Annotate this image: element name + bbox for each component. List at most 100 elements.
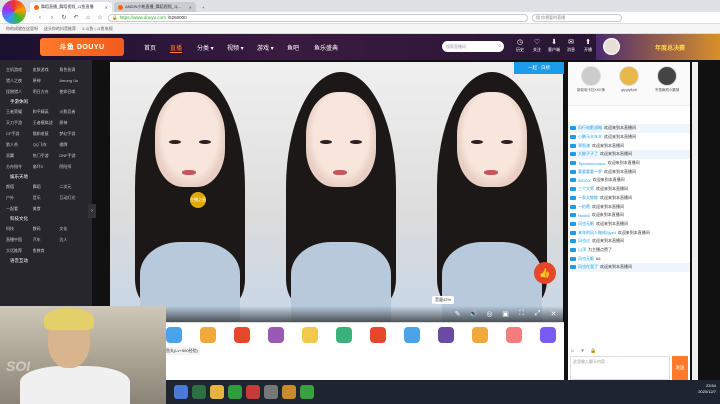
sidebar-category-item[interactable]: 互动灯光 (59, 195, 86, 201)
theater-icon[interactable]: ▣ (501, 310, 510, 318)
sidebar-category-item[interactable]: 猫和老鼠 (33, 131, 60, 137)
sidebar-category-item[interactable]: 汽车 (33, 237, 60, 243)
app-icon[interactable] (246, 385, 260, 399)
gift-icon[interactable] (166, 327, 182, 343)
sidebar-category-item[interactable]: DNF手游 (59, 153, 86, 159)
app-icon[interactable] (228, 385, 242, 399)
browser-logo[interactable] (2, 0, 26, 24)
expand-icon[interactable]: ⤢ (533, 310, 542, 318)
sidebar-category-item[interactable]: 梦幻手游 (59, 131, 86, 137)
chat-username[interactable]: 风也过 (578, 238, 590, 244)
gift-icon[interactable] (540, 327, 556, 343)
sidebar-section-title[interactable]: 娱乐天地 (0, 171, 92, 183)
rank-tab[interactable]: 一起 · 白榜 (514, 62, 564, 74)
forward-icon[interactable]: › (48, 15, 56, 21)
app-icon[interactable] (300, 385, 314, 399)
sidebar-category-item[interactable]: 和平精英 (33, 109, 60, 115)
gift-icon[interactable] (268, 327, 284, 343)
gift-icon[interactable] (404, 327, 420, 343)
back-icon[interactable]: ‹ (36, 15, 44, 21)
sidebar-category-item[interactable]: 主机游戏 (6, 67, 33, 73)
sidebar-section-title[interactable]: 科技文化 (0, 213, 92, 225)
fan-icon[interactable]: ♥ (581, 348, 584, 355)
bookmark-item[interactable]: 你的成就在这里呀 (6, 26, 38, 32)
app-icon[interactable] (264, 385, 278, 399)
nav-festival[interactable]: 鱼乐盛典 (314, 43, 338, 52)
close-icon[interactable]: ✕ (189, 5, 192, 10)
gift-icon[interactable] (472, 327, 488, 343)
gift-icon[interactable] (506, 327, 522, 343)
app-icon[interactable] (282, 385, 296, 399)
video-player[interactable]: 一起 · 白榜 主播之星 👍 音量42% ✎ 🔊 ◎ ▣ ⛶ ⤢ ✕ (110, 62, 564, 322)
tab-inactive[interactable]: ANDIN小乾直播_舞蹈视频_斗... ✕ (114, 2, 196, 12)
chat-username[interactable]: 风也无眠 (578, 256, 594, 262)
close-icon[interactable]: ✕ (105, 5, 108, 10)
sidebar-category-item[interactable]: 鱼教育 (33, 248, 60, 254)
undo-icon[interactable]: ↶ (72, 14, 80, 21)
star-icon[interactable]: ☆ (96, 14, 104, 21)
sidebar-category-item[interactable]: 角色扮演 (59, 67, 86, 73)
browser-search-input[interactable]: 搜 你想要的直播 (532, 13, 622, 22)
chat-username[interactable]: 来年的风人微成Sjyzd (578, 230, 616, 236)
user-avatar[interactable] (603, 38, 620, 55)
volume-icon[interactable]: 🔊 (469, 310, 478, 318)
sidebar-category-item[interactable]: 怪物猎人 (6, 89, 33, 95)
sidebar-category-item[interactable]: 美食 (33, 206, 60, 212)
chat-username[interactable]: 山顶 (578, 247, 586, 253)
sidebar-category-item[interactable]: 科技 (6, 226, 33, 232)
edit-icon[interactable]: ✎ (453, 310, 462, 318)
sidebar-category-item[interactable]: 王者荣耀 (6, 109, 33, 115)
sidebar-category-item[interactable]: 狼人杀 (6, 142, 33, 148)
search-icon[interactable]: ⌕ (498, 43, 501, 49)
gift-icon[interactable] (438, 327, 454, 343)
sidebar-category-item[interactable]: 崩坏3 (33, 164, 60, 170)
chat-username[interactable]: 风行电影战略 (578, 125, 602, 131)
sidebar-category-item[interactable]: CF手游 (6, 131, 33, 137)
chat-username[interactable]: 要要要要一罗 (578, 169, 602, 175)
chat-username[interactable]: 三个大师 (578, 186, 594, 192)
sidebar-category-item[interactable]: 猎人之夜 (6, 78, 33, 84)
url-field[interactable]: 🔒 https://www.douyu.com/5266000 (108, 13, 528, 22)
site-search-input[interactable]: 搜索直播间 ⌕ (442, 41, 504, 52)
like-button[interactable]: 👍 (534, 262, 556, 284)
sidebar-category-item[interactable]: 原神 (33, 78, 60, 84)
rank-entry[interactable]: 新能城卡拉KKK神 (576, 66, 606, 93)
anchor-star-badge[interactable]: 主播之星 (190, 192, 206, 208)
sidebar-category-item[interactable]: 一起看 (6, 206, 33, 212)
nav-fishbar[interactable]: 鱼吧 (287, 43, 299, 52)
sidebar-category-item[interactable]: 双翼 (6, 153, 33, 159)
fullscreen-icon[interactable]: ⛶ (517, 310, 526, 318)
sidebar-section-title[interactable]: 手游休闲 (0, 96, 92, 108)
sidebar-category-item[interactable]: 明日方舟 (33, 89, 60, 95)
chat-username[interactable]: 一条大鲸鲸 (578, 195, 598, 201)
sidebar-category-item[interactable]: 颜值 (6, 184, 33, 190)
nav-game[interactable]: 游戏 ▾ (257, 43, 274, 52)
broadcast-button[interactable]: ⬆ 开播 (580, 39, 596, 53)
chat-username[interactable]: Noob0 (578, 213, 590, 218)
history-button[interactable]: ◷ 历史 (512, 39, 528, 53)
sidebar-category-item[interactable]: 户外 (6, 195, 33, 201)
nav-video[interactable]: 视频 ▾ (227, 43, 244, 52)
gift-icon[interactable] (234, 327, 250, 343)
send-button[interactable]: 发送 (672, 356, 688, 380)
sidebar-category-item[interactable]: 音乐 (33, 195, 60, 201)
client-button[interactable]: ⬇ 客户端 (546, 39, 562, 53)
rank-entry[interactable]: gtygtyflydt (614, 66, 644, 92)
danmaku-icon[interactable]: ◎ (485, 310, 494, 318)
sidebar-category-item[interactable]: 二次元 (59, 184, 86, 190)
home-icon[interactable]: ⌂ (84, 15, 92, 21)
sidebar-category-item[interactable]: 达人 (59, 237, 86, 243)
close-icon[interactable]: ✕ (549, 310, 558, 318)
sidebar-category-item[interactable]: QQ飞车 (33, 142, 60, 148)
nav-home[interactable]: 首页 (144, 43, 156, 52)
sidebar-category-item[interactable]: 天刀手游 (6, 120, 33, 126)
scrollbar[interactable] (692, 62, 698, 380)
chat-username[interactable]: 小鹏马丰年丰 (578, 134, 602, 140)
new-tab-button[interactable]: + (198, 2, 210, 12)
sidebar-category-item[interactable]: 使命召唤 (59, 89, 86, 95)
sidebar-category-item[interactable]: 数码 (33, 226, 60, 232)
lock-icon[interactable]: 🔒 (590, 348, 596, 355)
gift-icon[interactable] (370, 327, 386, 343)
message-button[interactable]: ✉ 消息 (563, 39, 579, 53)
sidebar-collapse-button[interactable]: › (88, 204, 96, 218)
